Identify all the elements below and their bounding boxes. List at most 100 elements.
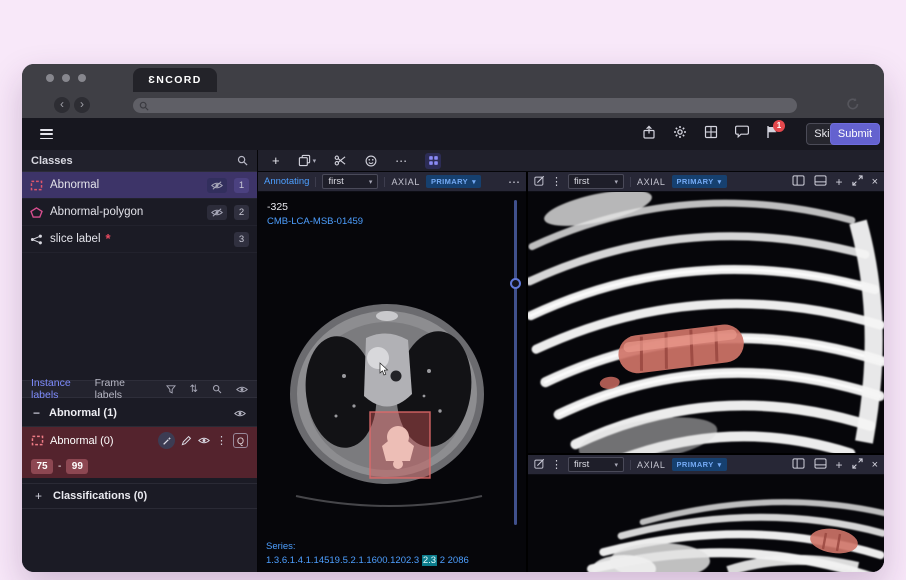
fullscreen-button[interactable] — [852, 458, 863, 472]
filter-button[interactable] — [166, 385, 176, 394]
viewport-kebab-button[interactable]: ⋮ — [551, 175, 562, 188]
volume-render-image — [528, 475, 884, 572]
instance-row: Abnormal (0) ⋮ Q — [22, 427, 257, 454]
fullscreen-button[interactable] — [852, 175, 863, 189]
add-view-button[interactable]: + — [836, 458, 843, 472]
class-visibility-button[interactable] — [207, 205, 227, 220]
expand-icon[interactable]: + — [35, 489, 42, 503]
primary-tag-label: PRIMARY — [677, 177, 714, 186]
viewport-volume-bottom[interactable]: ⋮ first ▾ AXIAL PRIMARY ▾ — [528, 455, 884, 572]
slice-slider-handle[interactable] — [510, 278, 521, 289]
classes-header: Classes — [22, 150, 257, 172]
class-label: slice label — [50, 233, 101, 245]
mouse-cursor — [379, 362, 389, 381]
class-hotkey-badge: 1 — [234, 178, 249, 193]
window-close-button[interactable] — [46, 74, 54, 82]
issues-button[interactable]: 1 — [766, 125, 778, 144]
viewport-grid: Annotating first ▾ AXIAL PRIMARY ▾ — [258, 172, 884, 572]
panel-left-icon — [792, 175, 805, 186]
labels-visibility-button[interactable] — [236, 385, 248, 394]
instance-visibility-button[interactable] — [198, 436, 210, 445]
settings-button[interactable] — [673, 125, 687, 144]
primary-tag-dropdown[interactable]: PRIMARY ▾ — [672, 458, 727, 471]
group-visibility-button[interactable] — [234, 409, 246, 418]
close-viewport-button[interactable]: × — [872, 176, 878, 188]
class-item-abnormal[interactable]: Abnormal 1 — [22, 172, 257, 199]
plane-label: AXIAL — [391, 177, 420, 187]
tab-frame-labels[interactable]: Frame labels — [95, 377, 138, 401]
instance-menu-button[interactable]: ⋮ — [216, 434, 227, 447]
series-select[interactable]: first ▾ — [322, 174, 378, 189]
chat-button[interactable] — [735, 125, 749, 143]
slice-slider[interactable] — [514, 200, 517, 525]
viewport-volume-top[interactable]: ⋮ first ▾ AXIAL PRIMARY ▾ — [528, 172, 884, 455]
annotation-toolbar: + ▾ ⋯ — [258, 150, 884, 172]
layout-button[interactable] — [425, 153, 441, 169]
window-titlebar: ƐNCORD — [22, 64, 884, 92]
feedback-button[interactable] — [365, 155, 377, 167]
viewport-header: ⋮ first ▾ AXIAL PRIMARY ▾ — [528, 172, 884, 192]
primary-tag-dropdown[interactable]: PRIMARY ▾ — [426, 175, 481, 188]
viewport-body[interactable] — [528, 475, 884, 572]
single-view-button[interactable] — [814, 175, 827, 189]
split-view-button[interactable] — [792, 458, 805, 472]
viewport-body[interactable] — [528, 192, 884, 453]
reload-button[interactable] — [846, 97, 860, 116]
viewport-menu-button[interactable]: ⋯ — [508, 175, 520, 189]
copy-annotation-button[interactable]: ▾ — [298, 154, 317, 167]
range-end-chip[interactable]: 99 — [66, 459, 88, 474]
add-view-button[interactable]: + — [836, 175, 843, 189]
class-hotkey-badge: 2 — [234, 205, 249, 220]
forward-button[interactable]: › — [74, 97, 90, 113]
layout-grid-icon — [428, 155, 439, 166]
back-button[interactable]: ‹ — [54, 97, 70, 113]
expand-icon — [852, 175, 863, 186]
classifications-section[interactable]: + Classifications (0) — [22, 483, 257, 509]
viewport-body[interactable]: -325 CMB-LCA-MSB-01459 — [258, 192, 526, 572]
series-select[interactable]: first ▾ — [568, 174, 624, 189]
classes-search-icon[interactable] — [237, 155, 248, 166]
chevron-down-icon: ▾ — [718, 178, 722, 186]
browser-tab[interactable]: ƐNCORD — [133, 68, 217, 92]
edit-view-button[interactable] — [534, 175, 545, 189]
auto-annotate-button[interactable] — [158, 432, 175, 449]
collapse-icon[interactable]: − — [33, 406, 40, 420]
tab-instance-labels[interactable]: Instance labels — [31, 377, 81, 401]
chat-icon — [735, 125, 749, 138]
polygon-icon — [30, 207, 43, 218]
viewport-axial[interactable]: Annotating first ▾ AXIAL PRIMARY ▾ — [258, 172, 528, 572]
split-view-button[interactable] — [792, 175, 805, 189]
add-annotation-button[interactable]: + — [272, 153, 280, 168]
range-start-chip[interactable]: 75 — [31, 459, 53, 474]
toolbar-icon-group: 1 — [642, 118, 778, 150]
selected-instance-abnormal[interactable]: Abnormal (0) ⋮ Q 75 - — [22, 427, 257, 478]
edit-instance-button[interactable] — [181, 435, 192, 446]
filter-icon — [166, 385, 176, 394]
export-icon — [642, 125, 656, 139]
edit-view-button[interactable] — [534, 458, 545, 472]
export-button[interactable] — [642, 125, 656, 144]
more-tools-button[interactable]: ⋯ — [395, 154, 407, 168]
primary-tag-dropdown[interactable]: PRIMARY ▾ — [672, 175, 727, 188]
sidebar: Classes Abnormal 1 Abnormal-polygon — [22, 150, 258, 572]
window-maximize-button[interactable] — [78, 74, 86, 82]
class-visibility-button[interactable] — [207, 178, 227, 193]
class-item-abnormal-polygon[interactable]: Abnormal-polygon 2 — [22, 199, 257, 226]
panel-bottom-icon — [814, 175, 827, 186]
close-viewport-button[interactable]: × — [872, 459, 878, 471]
hamburger-menu-button[interactable] — [40, 127, 53, 142]
cut-tool-button[interactable] — [334, 155, 347, 166]
instance-group-abnormal[interactable]: − Abnormal (1) — [22, 400, 257, 427]
pencil-square-icon — [534, 458, 545, 469]
series-select[interactable]: first ▾ — [568, 457, 624, 472]
single-view-button[interactable] — [814, 458, 827, 472]
sort-button[interactable]: ⇅ — [190, 384, 198, 395]
window-minimize-button[interactable] — [62, 74, 70, 82]
viewport-kebab-button[interactable]: ⋮ — [551, 458, 562, 471]
class-item-slice-label[interactable]: slice label * 3 — [22, 226, 257, 253]
submit-button[interactable]: Submit — [830, 123, 880, 145]
labels-search-button[interactable] — [212, 384, 222, 394]
panel-bottom-icon — [814, 458, 827, 469]
url-bar[interactable] — [133, 98, 797, 113]
grid-view-button[interactable] — [704, 125, 718, 144]
